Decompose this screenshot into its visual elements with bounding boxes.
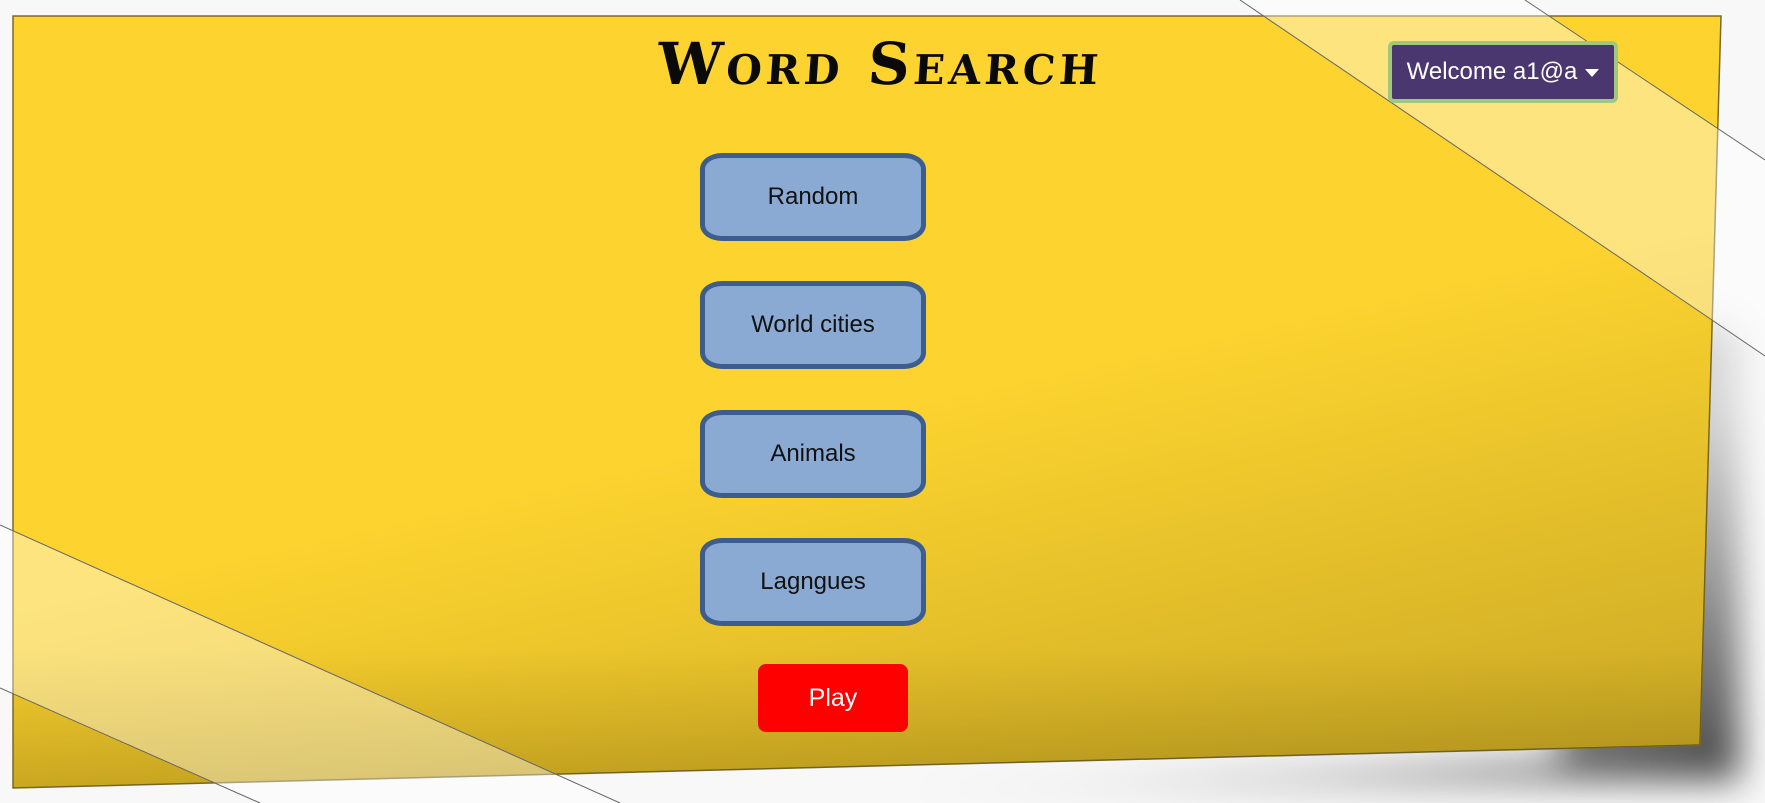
category-label: Lagngues [760,568,866,595]
category-button-animals[interactable]: Animals [700,410,926,498]
main-content: Word Search Welcome a1@a Random World ci… [0,0,1765,803]
caret-down-icon [1585,69,1600,77]
category-label: Animals [770,440,856,467]
category-button-random[interactable]: Random [700,153,926,241]
category-label: World cities [751,311,875,338]
page-title: Word Search [655,30,1105,98]
category-label: Random [767,183,859,210]
play-button[interactable]: Play [758,664,908,732]
category-button-languages[interactable]: Lagngues [700,538,926,626]
category-button-world-cities[interactable]: World cities [700,281,926,369]
user-menu-button[interactable]: Welcome a1@a [1388,41,1618,103]
user-menu-label: Welcome a1@a [1406,58,1578,85]
